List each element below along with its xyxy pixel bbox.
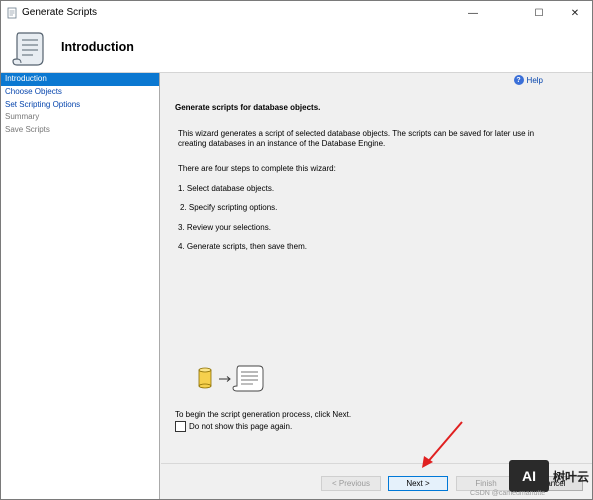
watermark-overlay: AI 树叶云 bbox=[508, 460, 589, 492]
title-bar: Generate Scripts — ☐ ✕ bbox=[1, 1, 592, 25]
steps-intro: There are four steps to complete this wi… bbox=[178, 164, 336, 173]
help-icon: ? bbox=[513, 75, 524, 85]
database-to-script-illustration bbox=[198, 365, 264, 392]
do-not-show-option[interactable]: Do not show this page again. bbox=[175, 421, 292, 432]
wizard-content: ? Help Generate scripts for database obj… bbox=[161, 73, 592, 464]
nav-item-choose-objects[interactable]: Choose Objects bbox=[1, 86, 159, 99]
database-icon bbox=[198, 367, 212, 389]
next-button[interactable]: Next > bbox=[388, 476, 448, 491]
arrow-right-icon bbox=[219, 376, 231, 382]
help-label: Help bbox=[526, 75, 543, 85]
watermark-brand: 树叶云 bbox=[552, 469, 589, 484]
step-2: 2. Specify scripting options. bbox=[180, 203, 278, 212]
nav-item-summary: Summary bbox=[5, 112, 40, 122]
do-not-show-label: Do not show this page again. bbox=[189, 422, 293, 431]
wizard-header: Introduction bbox=[1, 25, 592, 73]
content-heading: Generate scripts for database objects. bbox=[175, 103, 321, 112]
previous-button[interactable]: < Previous bbox=[321, 476, 381, 491]
begin-instruction: To begin the script generation process, … bbox=[175, 410, 352, 419]
generate-scripts-window: Generate Scripts — ☐ ✕ Introduction Intr… bbox=[0, 0, 593, 500]
do-not-show-checkbox[interactable] bbox=[175, 421, 186, 432]
close-button[interactable]: ✕ bbox=[558, 1, 592, 25]
nav-item-save-scripts: Save Scripts bbox=[5, 125, 50, 135]
description-text: This wizard generates a script of select… bbox=[178, 129, 535, 148]
step-4: 4. Generate scripts, then save them. bbox=[178, 242, 307, 251]
script-scroll-icon-small bbox=[232, 365, 264, 392]
red-pointer-arrow-icon bbox=[422, 421, 463, 468]
nav-item-set-scripting-options[interactable]: Set Scripting Options bbox=[1, 99, 159, 112]
window-title: Generate Scripts bbox=[22, 7, 98, 18]
help-link[interactable]: ? Help bbox=[513, 75, 543, 85]
finish-button[interactable]: Finish bbox=[456, 476, 516, 491]
script-scroll-icon bbox=[12, 32, 44, 66]
csdn-credit: CSDN @cameumanutte bbox=[470, 490, 546, 497]
nav-item-introduction[interactable]: Introduction bbox=[1, 73, 159, 86]
page-title: Introduction bbox=[61, 40, 134, 54]
watermark-logo: AI bbox=[508, 460, 549, 492]
script-app-icon bbox=[7, 7, 17, 19]
step-1: 1. Select database objects. bbox=[178, 184, 275, 193]
maximize-button[interactable]: ☐ bbox=[522, 1, 556, 25]
step-3: 3. Review your selections. bbox=[178, 223, 271, 232]
wizard-nav-sidebar: Introduction Choose Objects Set Scriptin… bbox=[1, 73, 160, 499]
minimize-button[interactable]: — bbox=[456, 1, 490, 25]
